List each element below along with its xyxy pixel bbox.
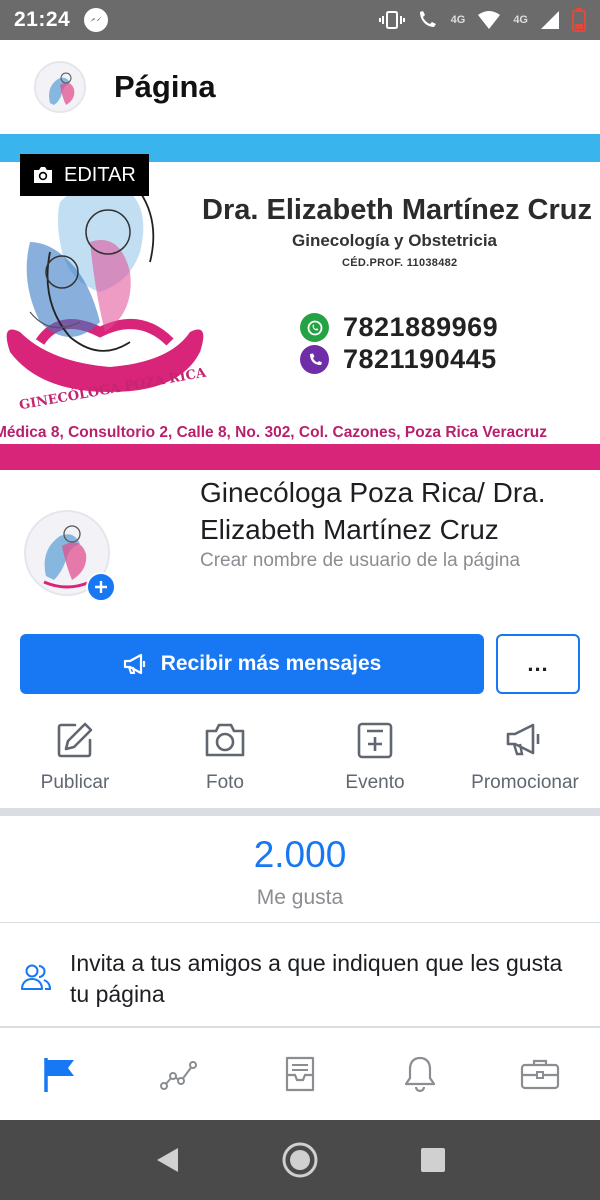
event-action[interactable]: Evento <box>300 714 450 810</box>
whatsapp-icon <box>300 313 329 342</box>
likes-count[interactable]: 2.000 <box>0 834 600 876</box>
home-button[interactable] <box>270 1130 330 1190</box>
bell-icon <box>404 1056 436 1093</box>
back-triangle-icon <box>156 1148 178 1172</box>
briefcase-icon <box>520 1059 560 1090</box>
wifi-icon <box>477 10 501 30</box>
call-icon <box>417 10 439 30</box>
page-actions: Publicar Foto Evento Promocionar <box>0 714 600 810</box>
network-label-1: 4G <box>450 14 466 26</box>
cover-address: Médica 8, Consultorio 2, Calle 8, No. 30… <box>0 424 548 441</box>
section-divider <box>0 808 600 816</box>
insights-icon <box>160 1061 197 1090</box>
battery-icon <box>572 8 586 32</box>
get-more-messages-button[interactable]: Recibir más mensajes <box>20 634 484 694</box>
recents-square-icon <box>421 1148 446 1172</box>
recents-button[interactable] <box>403 1130 463 1190</box>
signal-icon <box>540 10 560 30</box>
edit-cover-button[interactable]: EDITAR <box>20 154 149 196</box>
cover-cedula: CÉD.PROF. 11038482 <box>342 257 458 269</box>
tab-notifications[interactable] <box>360 1028 480 1120</box>
status-time: 21:24 <box>14 8 71 31</box>
page-avatar-small[interactable] <box>34 61 86 113</box>
event-label: Evento <box>345 772 405 793</box>
tab-inbox[interactable] <box>240 1028 360 1120</box>
camera-icon <box>34 167 52 183</box>
viber-icon <box>300 345 329 374</box>
page-title: Página <box>114 69 216 104</box>
create-username-link[interactable]: Crear nombre de usuario de la página <box>200 550 520 572</box>
phone-number-1: 7821889969 <box>343 312 499 342</box>
cover-photo[interactable]: GINECÓLOGA POZA RICA EDITAR Dra. Elizabe… <box>0 134 600 470</box>
megaphone-icon <box>506 723 540 756</box>
tab-insights[interactable] <box>120 1028 240 1120</box>
bottom-tab-bar <box>0 1028 600 1120</box>
add-profile-photo-button[interactable] <box>86 572 116 602</box>
promote-action[interactable]: Promocionar <box>450 714 600 810</box>
edit-icon <box>57 722 93 758</box>
friends-icon <box>21 964 52 990</box>
cover-phone-whatsapp: 7821889969 <box>300 312 498 343</box>
cover-specialty: Ginecología y Obstetricia <box>292 231 498 250</box>
back-button[interactable] <box>137 1130 197 1190</box>
invite-friends-text: Invita a tus amigos a que indiquen que l… <box>70 950 563 1007</box>
inbox-icon <box>285 1056 315 1092</box>
camera-icon <box>205 723 245 757</box>
photo-label: Foto <box>205 772 245 793</box>
vibrate-icon <box>378 10 405 30</box>
promote-label: Promocionar <box>471 772 579 793</box>
edit-cover-label: EDITAR <box>64 163 136 186</box>
flag-icon <box>44 1058 74 1092</box>
megaphone-icon <box>123 653 145 675</box>
likes-divider <box>0 922 600 923</box>
cover-bottom-stripe <box>0 444 600 470</box>
page-name: Ginecóloga Poza Rica/ Dra. Elizabeth Mar… <box>200 477 546 545</box>
network-label-2: 4G <box>513 14 528 26</box>
publish-action[interactable]: Publicar <box>0 714 150 810</box>
likes-label: Me gusta <box>256 886 344 909</box>
plus-icon <box>95 581 107 593</box>
home-circle-icon <box>282 1142 318 1178</box>
profile-picture[interactable] <box>24 510 116 602</box>
publish-label: Publicar <box>40 772 110 793</box>
tab-tools[interactable] <box>480 1028 600 1120</box>
invite-friends-row[interactable]: Invita a tus amigos a que indiquen que l… <box>0 940 600 1020</box>
event-icon <box>357 722 393 759</box>
phone-number-2: 7821190445 <box>343 344 497 374</box>
get-more-messages-label: Recibir más mensajes <box>160 652 382 675</box>
messenger-icon <box>84 8 109 32</box>
cover-doctor-name: Dra. Elizabeth Martínez Cruz <box>202 194 592 226</box>
more-options-button[interactable]: ... <box>496 634 580 694</box>
tab-page[interactable] <box>0 1028 120 1120</box>
cover-phone-viber: 7821190445 <box>300 344 497 375</box>
system-nav-bar <box>0 1120 600 1200</box>
status-bar: 21:24 4G 4G <box>0 0 600 40</box>
photo-action[interactable]: Foto <box>150 714 300 810</box>
app-header: Página <box>0 40 600 134</box>
